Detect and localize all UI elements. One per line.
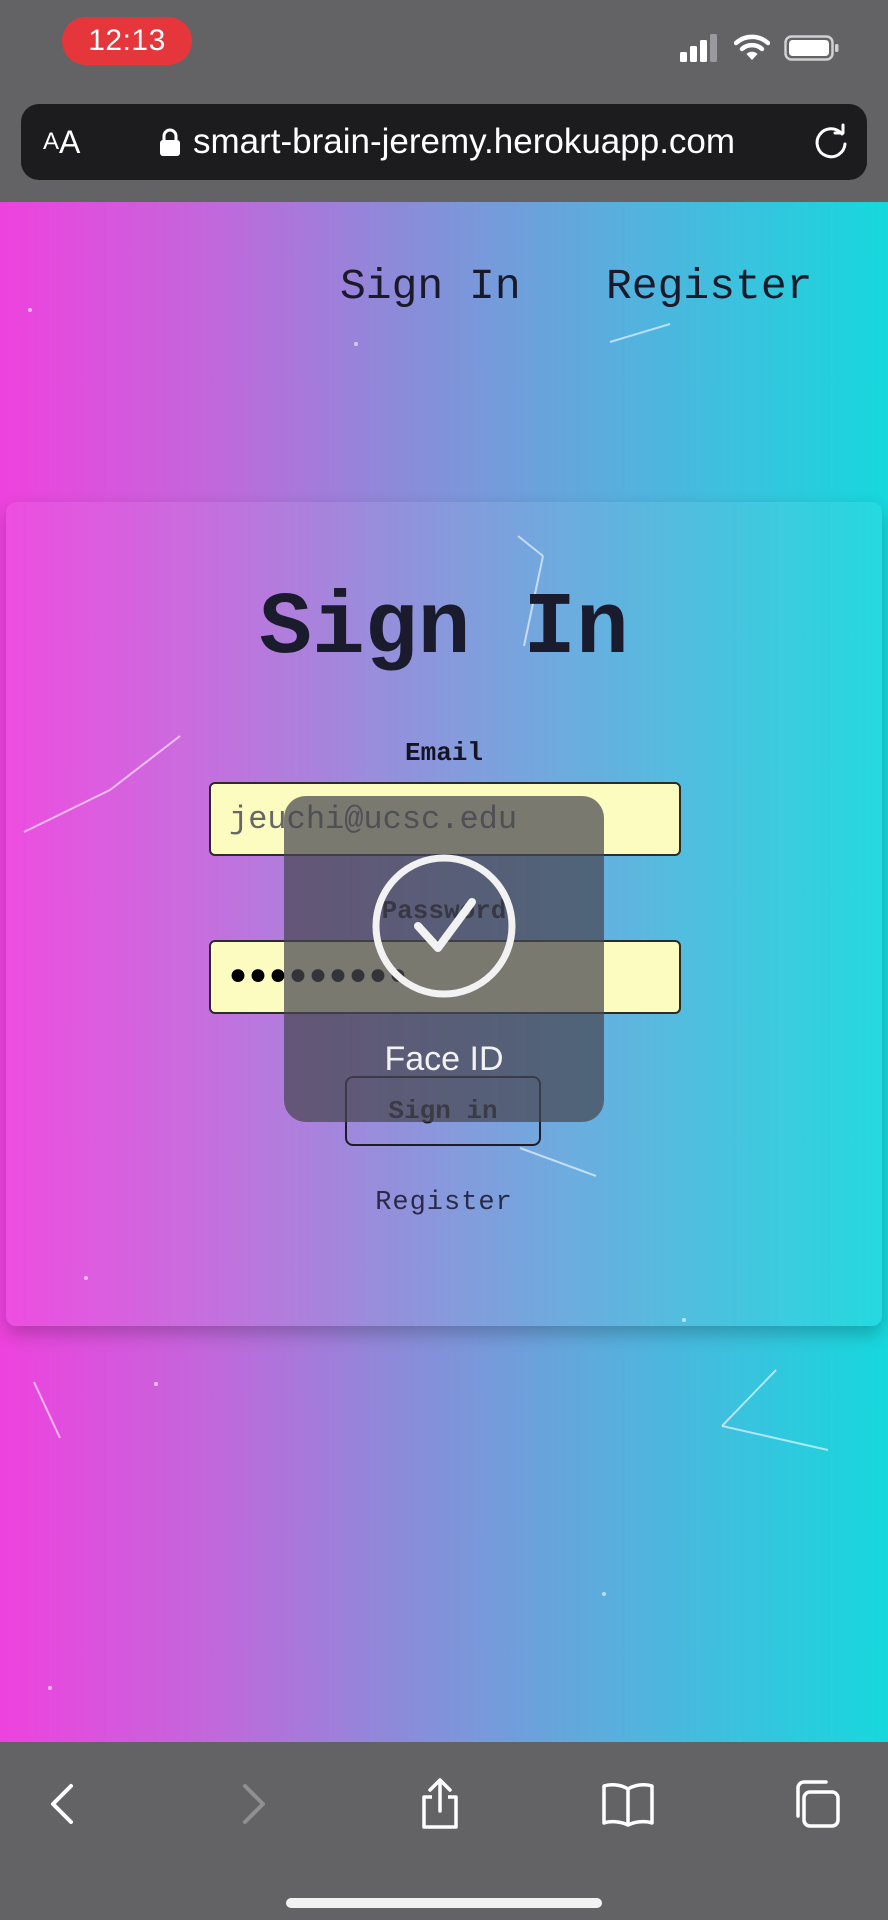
back-button[interactable]: [32, 1774, 92, 1834]
email-label: Email: [404, 738, 483, 768]
reload-icon[interactable]: [809, 120, 853, 164]
lock-icon: [160, 128, 180, 156]
share-icon: [422, 1778, 458, 1829]
status-icons: [680, 30, 840, 66]
register-link[interactable]: Register: [6, 1188, 882, 1218]
nav-register-link[interactable]: Register: [606, 262, 812, 311]
face-id-overlay: Face ID: [284, 796, 604, 1122]
address-bar[interactable]: A A smart-brain-jeremy.herokuapp.com: [21, 104, 867, 180]
forward-button[interactable]: [224, 1774, 284, 1834]
bookmarks-icon: [602, 1783, 654, 1827]
battery-icon: [784, 35, 839, 61]
status-time[interactable]: 12:13: [62, 17, 192, 65]
forward-icon: [243, 1784, 265, 1824]
tabs-icon: [796, 1780, 840, 1828]
nav-sign-in-link[interactable]: Sign In: [340, 262, 521, 311]
text-size-button[interactable]: A A: [43, 104, 80, 180]
wifi-icon: [734, 34, 770, 60]
checkmark-circle-icon: [372, 854, 516, 998]
web-page: Sign In Register Sign In Email jeuchi@uc…: [0, 202, 888, 1742]
status-bar: 12:13: [0, 0, 888, 100]
text-size-big-glyph: A: [59, 123, 81, 160]
home-indicator[interactable]: [286, 1898, 602, 1908]
url-text: smart-brain-jeremy.herokuapp.com: [193, 122, 736, 161]
text-size-small-glyph: A: [43, 128, 60, 155]
face-id-label: Face ID: [384, 1040, 504, 1078]
tabs-button[interactable]: [786, 1774, 846, 1834]
sign-in-title: Sign In: [259, 580, 629, 679]
share-button[interactable]: [410, 1774, 470, 1834]
cellular-signal-icon: [680, 34, 717, 62]
back-icon: [51, 1784, 73, 1824]
url-display[interactable]: smart-brain-jeremy.herokuapp.com: [159, 104, 735, 180]
bookmarks-button[interactable]: [598, 1774, 658, 1834]
browser-toolbar: [0, 1742, 888, 1920]
